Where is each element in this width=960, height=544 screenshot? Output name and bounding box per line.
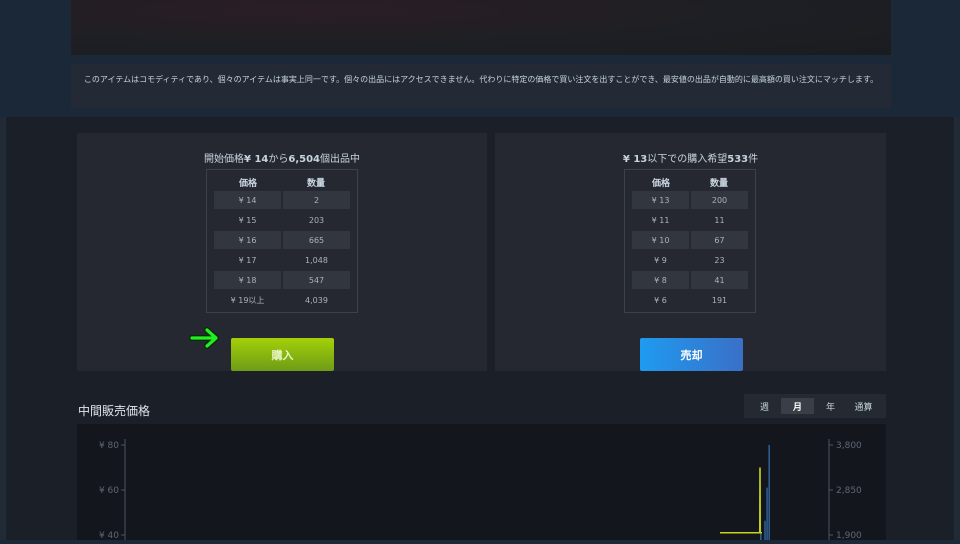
column-header-price: 価格 (238, 178, 257, 189)
left-tick-label: ¥ 80 (99, 441, 119, 451)
tab-week[interactable]: 週 (748, 398, 781, 414)
sell-button[interactable]: 売却 (640, 338, 743, 371)
volume-bar (768, 445, 770, 540)
listing-quantity: 6,504 (288, 154, 320, 165)
price-cell: ¥ 15 (238, 215, 257, 225)
table-row: ¥ 14 2 (214, 191, 350, 209)
table-row: ¥ 16 665 (214, 231, 350, 249)
volume-bar (760, 532, 762, 540)
quantity-cell: 2 (283, 191, 350, 209)
summary-label: 開始価格 (204, 154, 244, 165)
table-header: 価格 数量 (214, 173, 350, 191)
start-price: ¥ 14 (244, 154, 269, 165)
price-cell: ¥ 19以上 (230, 295, 265, 305)
price-cell: ¥ 9 (654, 255, 667, 265)
table-row: ¥ 13 200 (632, 191, 748, 209)
table-row: ¥ 15 203 (214, 211, 350, 229)
right-tick-label: 1,900 (836, 531, 862, 540)
commodity-notice: このアイテムはコモディティであり、個々のアイテムは事実上同一です。個々の出品には… (71, 64, 891, 108)
tab-month[interactable]: 月 (781, 398, 814, 414)
price-cell: ¥ 17 (238, 255, 257, 265)
price-cell: ¥ 11 (651, 215, 670, 225)
quantity-cell: 547 (283, 271, 350, 289)
table-row: ¥ 9 23 (632, 251, 748, 269)
right-tick-label: 2,850 (836, 486, 862, 496)
price-cell: ¥ 18 (214, 271, 281, 289)
tab-year[interactable]: 年 (814, 398, 847, 414)
table-header: 価格 数量 (632, 173, 748, 191)
table-row: ¥ 18 547 (214, 271, 350, 289)
highest-bid-price: ¥ 13 (622, 154, 648, 165)
arrow-right-icon (189, 327, 219, 349)
buy-orders-panel: ¥ 13以下での購入希望533件 価格 数量 ¥ 13 200 ¥ 11 11 ¥ … (495, 133, 886, 371)
sell-order-table: 価格 数量 ¥ 14 2 ¥ 15 203 ¥ 16 665 ¥ 17 1,048 ¥ … (206, 169, 358, 313)
buy-button[interactable]: 購入 (231, 338, 334, 371)
table-row: ¥ 11 11 (632, 211, 748, 229)
median-price-chart: ¥ 80 ¥ 60 ¥ 40 3,800 2,850 1,900 (77, 424, 886, 541)
table-row: ¥ 8 41 (632, 271, 748, 289)
price-chart-svg: ¥ 80 ¥ 60 ¥ 40 3,800 2,850 1,900 (99, 439, 862, 541)
right-tick-label: 3,800 (836, 441, 862, 451)
price-cell: ¥ 8 (632, 271, 689, 289)
summary-label: 以下での購入希望 (647, 154, 728, 165)
column-header-quantity: 数量 (709, 178, 728, 189)
buy-order-count: 533 (727, 154, 749, 165)
median-price-line (720, 467, 762, 534)
quantity-cell: 203 (308, 215, 325, 225)
quantity-cell: 23 (714, 255, 725, 265)
volume-bar (764, 520, 766, 540)
table-row: ¥ 10 67 (632, 231, 748, 249)
buy-orders-summary: ¥ 13以下での購入希望533件 (495, 150, 886, 165)
summary-label: 個出品中 (320, 154, 360, 165)
quantity-cell: 200 (691, 191, 748, 209)
volume-bar (766, 487, 768, 540)
table-row: ¥ 17 1,048 (214, 251, 350, 269)
column-header-quantity: 数量 (306, 178, 325, 189)
price-cell: ¥ 10 (632, 231, 689, 249)
item-banner (71, 0, 891, 55)
price-cell: ¥ 6 (654, 295, 667, 305)
column-header-price: 価格 (651, 178, 670, 189)
quantity-cell: 11 (714, 215, 725, 225)
time-range-tabs: 週 月 年 通算 (744, 394, 886, 418)
summary-label: から (268, 154, 289, 165)
table-row: ¥ 19以上 4,039 (214, 291, 350, 309)
quantity-cell: 67 (691, 231, 748, 249)
price-cell: ¥ 13 (632, 191, 689, 209)
quantity-cell: 1,048 (305, 255, 328, 265)
sell-orders-summary: 開始価格¥ 14から6,504個出品中 (77, 150, 487, 165)
price-cell: ¥ 14 (214, 191, 281, 209)
left-tick-label: ¥ 40 (99, 531, 119, 540)
quantity-cell: 41 (691, 271, 748, 289)
quantity-cell: 4,039 (305, 295, 328, 305)
quantity-cell: 191 (711, 295, 728, 305)
quantity-cell: 665 (283, 231, 350, 249)
table-row: ¥ 6 191 (632, 291, 748, 309)
summary-label: 件 (748, 154, 759, 165)
buy-order-table: 価格 数量 ¥ 13 200 ¥ 11 11 ¥ 10 67 ¥ 9 23 ¥ 8 41 … (624, 169, 756, 313)
median-price-title: 中間販売価格 (78, 404, 151, 418)
left-tick-label: ¥ 60 (99, 486, 119, 496)
tab-all-time[interactable]: 通算 (847, 398, 880, 414)
sell-orders-panel: 開始価格¥ 14から6,504個出品中 価格 数量 ¥ 14 2 ¥ 15 203 … (77, 133, 487, 371)
price-cell: ¥ 16 (214, 231, 281, 249)
